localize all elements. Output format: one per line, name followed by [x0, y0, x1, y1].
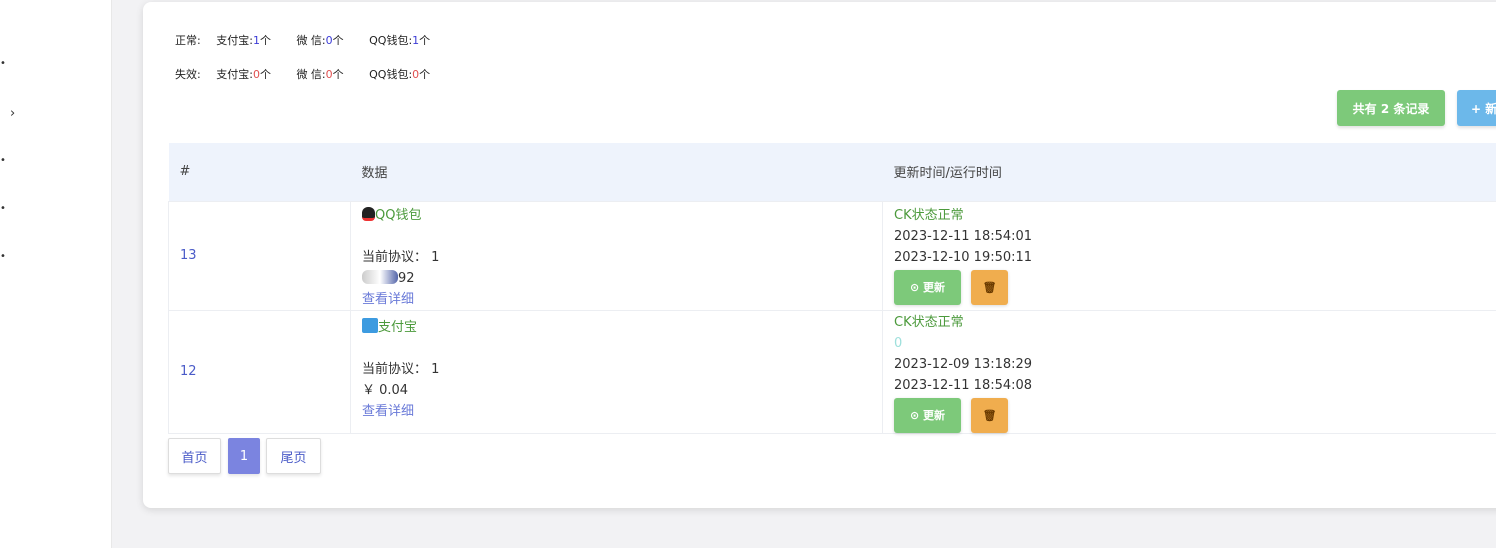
qq-penguin-icon [362, 206, 375, 221]
alipay-icon [362, 317, 378, 333]
sidebar-bullet[interactable]: • [0, 251, 6, 262]
last-page-button[interactable]: 尾页 [266, 438, 321, 474]
page-1-button[interactable]: 1 [228, 438, 260, 474]
ck-status: CK状态正常 [894, 207, 964, 223]
stat-unit: 个 [419, 34, 431, 47]
run-time: 2023-12-10 19:50:11 [894, 249, 1033, 265]
payment-type: 支付宝 [378, 319, 418, 335]
table-row: 12 支付宝 当前协议： 1 ￥ 0.04 查看详细 CK状态正常 0 2023… [168, 309, 1496, 434]
stats-invalid: 失效: 支付宝:0个 微 信:0个 QQ钱包:0个 [175, 66, 452, 82]
stat-name: 微 信: [296, 34, 326, 47]
stats-normal: 正常: 支付宝:1个 微 信:0个 QQ钱包:1个 [175, 32, 452, 48]
row-data: 支付宝 当前协议： 1 ￥ 0.04 查看详细 [350, 309, 883, 434]
stat-unit: 个 [419, 68, 431, 81]
view-detail-link[interactable]: 查看详细 [362, 401, 882, 422]
protocol: 当前协议： 1 [362, 361, 440, 377]
delete-button[interactable]: 🗑 [971, 397, 1009, 433]
view-detail-link[interactable]: 查看详细 [362, 289, 882, 310]
stat-count: 0 [325, 68, 333, 81]
sidebar: • › • • • [0, 0, 112, 548]
delete-button[interactable]: 🗑 [971, 269, 1009, 305]
update-button[interactable]: ⊙ 更新 [894, 269, 961, 305]
add-button[interactable]: + 新 [1457, 90, 1496, 126]
refresh-icon: ⊙ [909, 408, 924, 422]
update-time: 2023-12-09 13:18:29 [894, 356, 1033, 372]
first-page-button[interactable]: 首页 [168, 438, 221, 474]
payment-type: QQ钱包 [375, 207, 422, 223]
stat-unit: 个 [332, 68, 344, 81]
update-label: 更新 [923, 409, 946, 422]
sidebar-bullet[interactable]: • [0, 155, 6, 166]
update-time: 2023-12-11 18:54:01 [894, 228, 1033, 244]
chevron-right-icon[interactable]: › [10, 106, 15, 121]
table-row: 13 QQ钱包 当前协议： 1 92 查看详细 CK状态正常 2023-12-1… [168, 200, 1496, 311]
stat-name: 支付宝: [216, 34, 253, 47]
table-header: # 数据 更新时间/运行时间 [168, 143, 1496, 201]
extra-value: 0 [894, 335, 903, 351]
stat-unit: 个 [259, 34, 271, 47]
header-time: 更新时间/运行时间 [882, 143, 1496, 201]
header-data: 数据 [350, 143, 883, 201]
run-time: 2023-12-11 18:54:08 [894, 377, 1033, 393]
stat-unit: 个 [332, 34, 344, 47]
stats-label: 正常: [175, 34, 201, 47]
row-time: CK状态正常 2023-12-11 18:54:01 2023-12-10 19… [882, 200, 1496, 311]
stat-name: 微 信: [296, 68, 326, 81]
stat-name: 支付宝: [216, 68, 253, 81]
protocol: 当前协议： 1 [362, 249, 440, 265]
row-data: QQ钱包 当前协议： 1 92 查看详细 [350, 200, 883, 311]
update-label: 更新 [923, 281, 946, 294]
stat-name: QQ钱包: [369, 68, 413, 81]
update-button[interactable]: ⊙ 更新 [894, 397, 961, 433]
stats-label: 失效: [175, 68, 201, 81]
balance: ￥ 0.04 [362, 382, 409, 398]
stat-count: 0 [252, 68, 260, 81]
stat-count: 1 [252, 34, 260, 47]
trash-icon: 🗑 [982, 280, 997, 294]
total-records-button[interactable]: 共有 2 条记录 [1337, 90, 1445, 126]
refresh-icon: ⊙ [909, 280, 924, 294]
stat-count: 0 [325, 34, 333, 47]
sidebar-bullet[interactable]: • [0, 203, 6, 214]
row-id[interactable]: 12 [168, 309, 351, 434]
row-time: CK状态正常 0 2023-12-09 13:18:29 2023-12-11 … [882, 309, 1496, 434]
stat-name: QQ钱包: [369, 34, 413, 47]
sidebar-bullet[interactable]: • [0, 58, 6, 69]
header-id: # [168, 143, 351, 201]
blurred-avatar-icon [362, 269, 398, 284]
data-table: # 数据 更新时间/运行时间 13 QQ钱包 当前协议： 1 92 查看详细 C… [168, 143, 1496, 434]
main-card: 正常: 支付宝:1个 微 信:0个 QQ钱包:1个 失效: 支付宝:0个 微 信… [143, 2, 1496, 508]
stat-unit: 个 [259, 68, 271, 81]
ck-status: CK状态正常 [894, 314, 964, 330]
row-id[interactable]: 13 [168, 200, 351, 311]
balance: 92 [398, 270, 415, 286]
trash-icon: 🗑 [982, 408, 997, 422]
